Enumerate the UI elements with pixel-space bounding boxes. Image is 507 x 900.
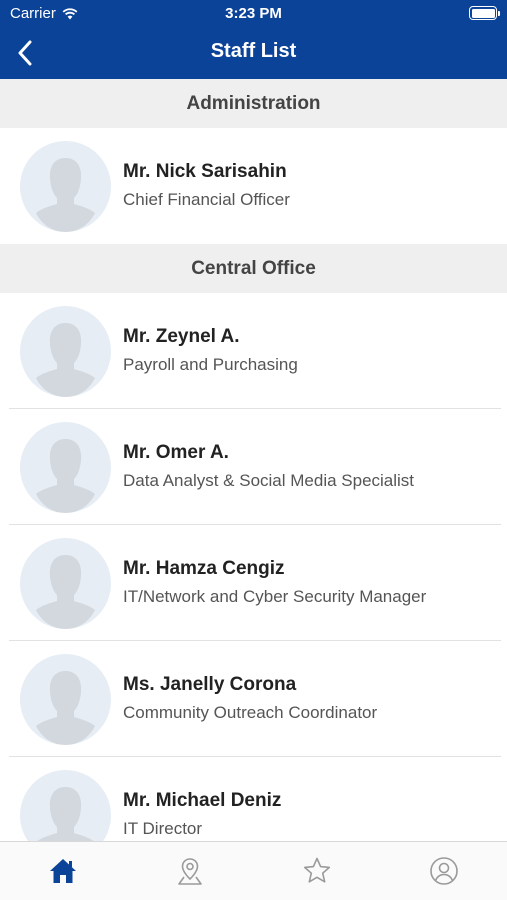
staff-name: Mr. Michael Deniz [123, 790, 282, 811]
staff-name: Mr. Zeynel A. [123, 326, 240, 347]
avatar-placeholder-icon [20, 422, 111, 513]
status-bar: Carrier 3:23 PM [0, 0, 507, 28]
staff-name: Mr. Nick Sarisahin [123, 161, 287, 182]
tab-profile[interactable] [380, 842, 507, 900]
staff-row[interactable]: Mr. Omer A. Data Analyst & Social Media … [0, 409, 507, 525]
tab-bar [0, 841, 507, 900]
staff-row[interactable]: Mr. Hamza Cengiz IT/Network and Cyber Se… [0, 525, 507, 641]
staff-role: Community Outreach Coordinator [123, 703, 378, 722]
battery-icon [469, 6, 500, 20]
avatar-placeholder-icon [20, 141, 111, 232]
avatar-placeholder-icon [20, 306, 111, 397]
navigation-bar: Carrier 3:23 PM Staff List [0, 0, 507, 79]
section-header-central-office: Central Office [0, 244, 507, 293]
staff-row[interactable]: Mr. Nick Sarisahin Chief Financial Offic… [0, 128, 507, 244]
section-header-administration: Administration [0, 79, 507, 128]
staff-role: Chief Financial Officer [123, 190, 290, 209]
map-pin-icon [178, 858, 202, 885]
tab-home[interactable] [0, 842, 127, 900]
staff-name: Ms. Janelly Corona [123, 674, 297, 695]
staff-row[interactable]: Mr. Zeynel A. Payroll and Purchasing [0, 293, 507, 409]
star-icon [303, 857, 330, 883]
staff-row[interactable]: Mr. Michael Deniz IT Director [0, 757, 507, 841]
staff-list[interactable]: Administration Mr. Nick Sarisahin Chief … [0, 79, 507, 841]
tab-locations[interactable] [127, 842, 254, 900]
avatar-placeholder-icon [20, 654, 111, 745]
avatar-placeholder-icon [20, 538, 111, 629]
tab-favorites[interactable] [254, 842, 381, 900]
page-title: Staff List [210, 40, 297, 62]
staff-role: IT/Network and Cyber Security Manager [123, 587, 427, 606]
avatar-placeholder-icon [20, 770, 111, 841]
staff-role: Payroll and Purchasing [123, 355, 298, 374]
status-time: 3:23 PM [225, 5, 282, 22]
staff-role: Data Analyst & Social Media Specialist [123, 471, 415, 490]
staff-row[interactable]: Ms. Janelly Corona Community Outreach Co… [0, 641, 507, 757]
staff-role: IT Director [123, 819, 203, 838]
home-icon [50, 859, 77, 883]
profile-icon [429, 857, 458, 885]
staff-name: Mr. Omer A. [123, 442, 229, 463]
staff-name: Mr. Hamza Cengiz [123, 558, 285, 579]
